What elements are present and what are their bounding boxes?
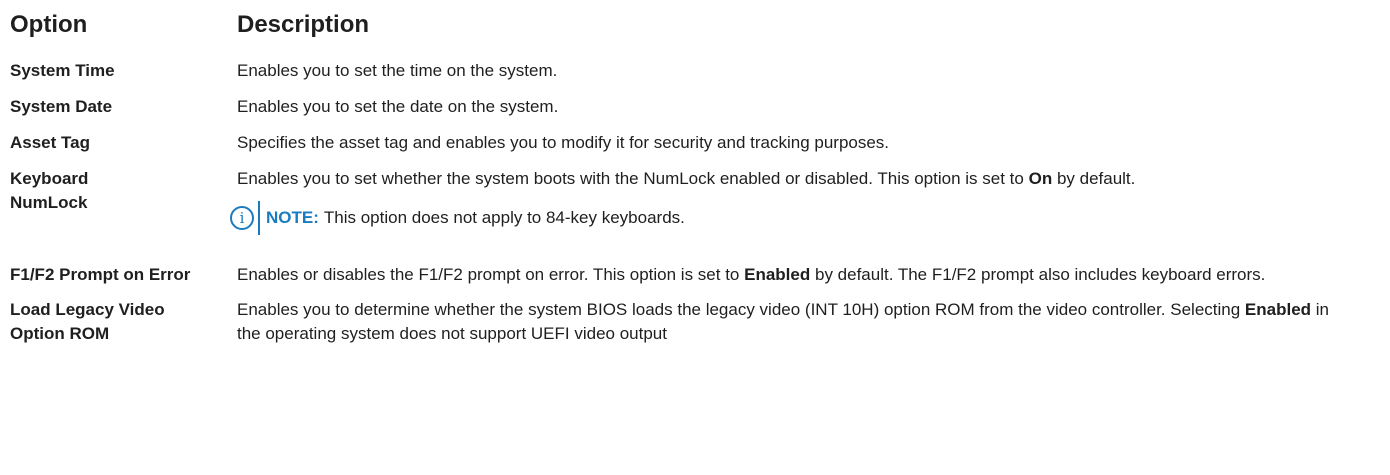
- default-value: Enabled: [744, 265, 811, 284]
- description-text: by default. The F1/F2 prompt also includ…: [814, 265, 1266, 284]
- option-name: Keyboard NumLock: [10, 169, 89, 212]
- description-text: Enables or disables the F1/F2 prompt on …: [237, 265, 740, 284]
- table-row: System Time Enables you to set the time …: [10, 59, 1385, 83]
- table-row: Keyboard NumLock Enables you to set whet…: [10, 167, 1385, 235]
- description-text: by default.: [1056, 169, 1136, 188]
- option-description: Enables you to set the date on the syste…: [237, 97, 559, 116]
- option-description: Enables you to set whether the system bo…: [230, 167, 1385, 235]
- option-name: Asset Tag: [10, 133, 90, 152]
- header-description: Description: [237, 11, 370, 38]
- option-description: Specifies the asset tag and enables you …: [237, 133, 890, 152]
- note-divider: [258, 201, 260, 235]
- option-description: Enables you to set the time on the syste…: [237, 61, 558, 80]
- info-icon: i: [230, 206, 254, 230]
- table-row: System Date Enables you to set the date …: [10, 95, 1385, 119]
- table-row: F1/F2 Prompt on Error Enables or disable…: [10, 263, 1385, 287]
- description-text: Enables you to determine whether the sys…: [237, 300, 1241, 319]
- option-name: System Date: [10, 97, 113, 116]
- option-description: Enables you to determine whether the sys…: [237, 298, 1385, 346]
- option-description: Enables or disables the F1/F2 prompt on …: [237, 263, 1385, 287]
- default-value: Enabled: [1244, 300, 1312, 319]
- header-option: Option: [10, 11, 88, 38]
- option-name: System Time: [10, 61, 115, 80]
- note-label: NOTE:: [266, 208, 319, 227]
- option-name: Load Legacy Video Option ROM: [10, 300, 165, 343]
- note-text: This option does not apply to 84-key key…: [323, 208, 685, 227]
- table-row: Load Legacy Video Option ROM Enables you…: [10, 298, 1385, 346]
- default-value: On: [1028, 169, 1053, 188]
- note-callout: i NOTE: This option does not apply to 84…: [230, 201, 1385, 235]
- table-header: Option Description: [10, 0, 1385, 50]
- bios-options-table: Option Description System Time Enables y…: [10, 0, 1385, 346]
- description-text: Enables you to set whether the system bo…: [237, 169, 1024, 188]
- table-row: Asset Tag Specifies the asset tag and en…: [10, 131, 1385, 155]
- option-name: F1/F2 Prompt on Error: [10, 265, 191, 284]
